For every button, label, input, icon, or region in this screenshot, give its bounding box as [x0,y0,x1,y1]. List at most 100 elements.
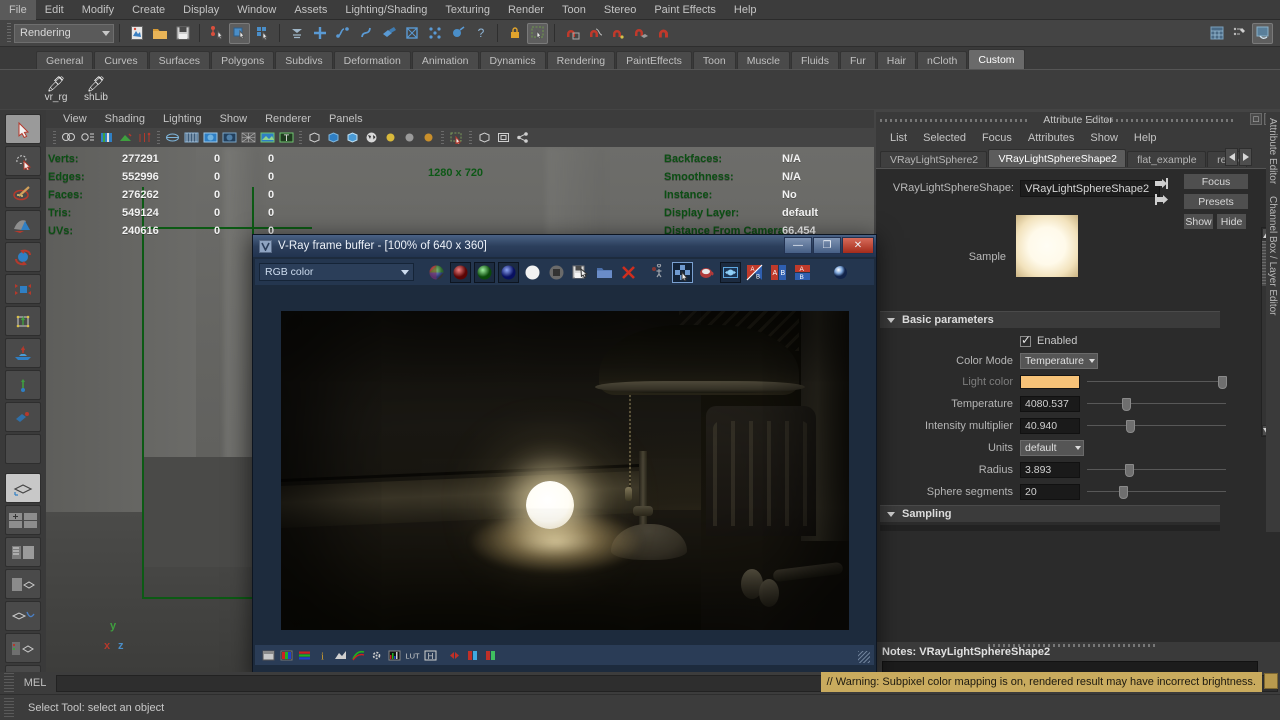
curve-icon[interactable] [333,648,348,663]
lut-icon[interactable]: LUT [405,648,420,663]
color-corrections-icon[interactable] [696,262,717,283]
viewport-menu-shading[interactable]: Shading [96,110,154,128]
isolate-select-icon[interactable] [448,129,465,146]
viewport-menu-show[interactable]: Show [211,110,257,128]
bounding-box-icon[interactable] [495,129,512,146]
scale-tool[interactable] [5,274,41,304]
lock-icon[interactable] [504,23,525,44]
ae-tab-vraylightsphere2[interactable]: VRayLightSphere2 [880,151,988,167]
ae-menu-show[interactable]: Show [1082,129,1126,147]
node-name-field[interactable]: VRayLightSphereShape2 [1020,179,1160,197]
histogram-icon[interactable] [387,648,402,663]
ae-tab-vraylightsphereshape2[interactable]: VRayLightSphereShape2 [988,149,1127,167]
section-basic-parameters[interactable]: Basic parameters [880,311,1220,328]
toolbar-grip[interactable] [7,23,11,43]
undock-panel-icon[interactable]: □ [1250,113,1262,125]
four-pane-layout[interactable] [5,537,41,567]
enabled-checkbox[interactable] [1020,333,1031,347]
shelf-tab-subdivs[interactable]: Subdivs [275,51,333,69]
shelf-tab-custom[interactable]: Custom [968,49,1025,69]
radius-slider[interactable] [1087,462,1226,478]
no-bounding-box-icon[interactable] [476,129,493,146]
red-channel-icon[interactable] [449,261,471,283]
tool-settings-toggle-icon[interactable] [1229,23,1250,44]
resize-grip[interactable] [858,651,870,663]
smooth-shade-selected-icon[interactable] [202,129,219,146]
select-tool[interactable] [5,114,41,144]
ae-menu-help[interactable]: Help [1126,129,1165,147]
viewport-menu-renderer[interactable]: Renderer [256,110,320,128]
move-tool[interactable] [5,210,41,240]
shelf-tab-general[interactable]: General [36,51,94,69]
sphere-segments-field[interactable]: 20 [1020,484,1080,500]
magnet-view-icon[interactable] [653,23,674,44]
alpha-channel-icon[interactable] [522,262,543,283]
intensity-multiplier-field[interactable]: 40.940 [1020,418,1080,434]
menu-create[interactable]: Create [123,0,174,20]
blue-swatch-icon[interactable] [465,648,480,663]
magnet-curve-icon[interactable] [584,23,605,44]
shelf-item-shlib[interactable]: 🖊 shLib [76,77,116,103]
sphere-preview-icon[interactable] [830,262,851,283]
light-color-slider[interactable] [1087,374,1227,390]
xray-active-components-icon[interactable] [344,129,361,146]
shelf-item-vr_rg[interactable]: 🖊 vr_rg [36,77,76,103]
input-connection-icon[interactable] [1154,177,1170,189]
load-image-icon[interactable] [594,262,615,283]
green-swatch-icon[interactable] [483,648,498,663]
info-icon[interactable]: i [315,648,330,663]
slider-handle[interactable] [1217,376,1227,389]
panel-grip-dots[interactable] [1086,119,1236,122]
intensity-multiplier-slider[interactable] [1087,418,1226,434]
help-icon[interactable]: ? [470,23,491,44]
select-by-object-icon[interactable] [229,22,250,44]
side-tab-attribute-editor[interactable]: Attribute Editor [1266,112,1279,190]
menu-edit[interactable]: Edit [36,0,73,20]
share-display-icon[interactable] [514,129,531,146]
viewport-menu-panels[interactable]: Panels [320,110,372,128]
shelf-tab-polygons[interactable]: Polygons [211,51,275,69]
wireframe-on-shaded-icon[interactable] [240,129,257,146]
snap-to-point-icon[interactable] [355,23,376,44]
color-curve-icon[interactable] [351,648,366,663]
select-by-hierarchy-icon[interactable] [206,23,227,44]
shelf-tab-fur[interactable]: Fur [839,51,876,69]
temperature-slider[interactable] [1087,396,1226,412]
clear-image-icon[interactable] [618,262,639,283]
hardware-texturing-icon[interactable] [259,129,276,146]
snap-to-vertex-icon[interactable] [424,23,445,44]
hue-icon[interactable]: H [423,648,438,663]
rendered-image[interactable] [281,311,849,630]
settings-icon[interactable] [369,648,384,663]
use-default-light-icon[interactable] [382,129,399,146]
outliner-persp-layout[interactable] [5,569,41,599]
notes-grip-dots[interactable] [988,644,1158,647]
shelf-tab-muscle[interactable]: Muscle [736,51,790,69]
menu-assets[interactable]: Assets [285,0,336,20]
two-pane-layouts[interactable] [5,505,41,535]
shelf-tab-deformation[interactable]: Deformation [333,51,411,69]
viewport-toolbar-grip[interactable] [441,130,444,145]
selection-mask-icon[interactable] [286,23,307,44]
menu-help[interactable]: Help [725,0,766,20]
shelf-tab-curves[interactable]: Curves [94,51,148,69]
select-camera-icon[interactable] [60,129,77,146]
pixel-aspect-icon[interactable] [261,648,276,663]
soft-modification-tool[interactable] [5,338,41,368]
blue-channel-icon[interactable] [497,261,519,283]
viewport-menu-lighting[interactable]: Lighting [154,110,211,128]
viewport-toolbar-grip[interactable] [53,130,56,145]
stereo-icon[interactable] [719,261,741,283]
last-tool-used[interactable] [5,402,41,432]
wireframe-shading-icon[interactable] [164,129,181,146]
save-image-icon[interactable] [570,262,591,283]
command-language-label[interactable]: MEL [14,677,56,689]
render-region-select-icon[interactable] [527,22,548,44]
shelf-tab-rendering[interactable]: Rendering [546,51,616,69]
shelf-tab-surfaces[interactable]: Surfaces [148,51,211,69]
snap-to-plane-icon[interactable] [378,23,399,44]
menu-paint-effects[interactable]: Paint Effects [645,0,725,20]
shelf-tab-fluids[interactable]: Fluids [790,51,839,69]
single-view-layout[interactable] [5,473,41,503]
command-line-grip[interactable] [4,673,14,693]
